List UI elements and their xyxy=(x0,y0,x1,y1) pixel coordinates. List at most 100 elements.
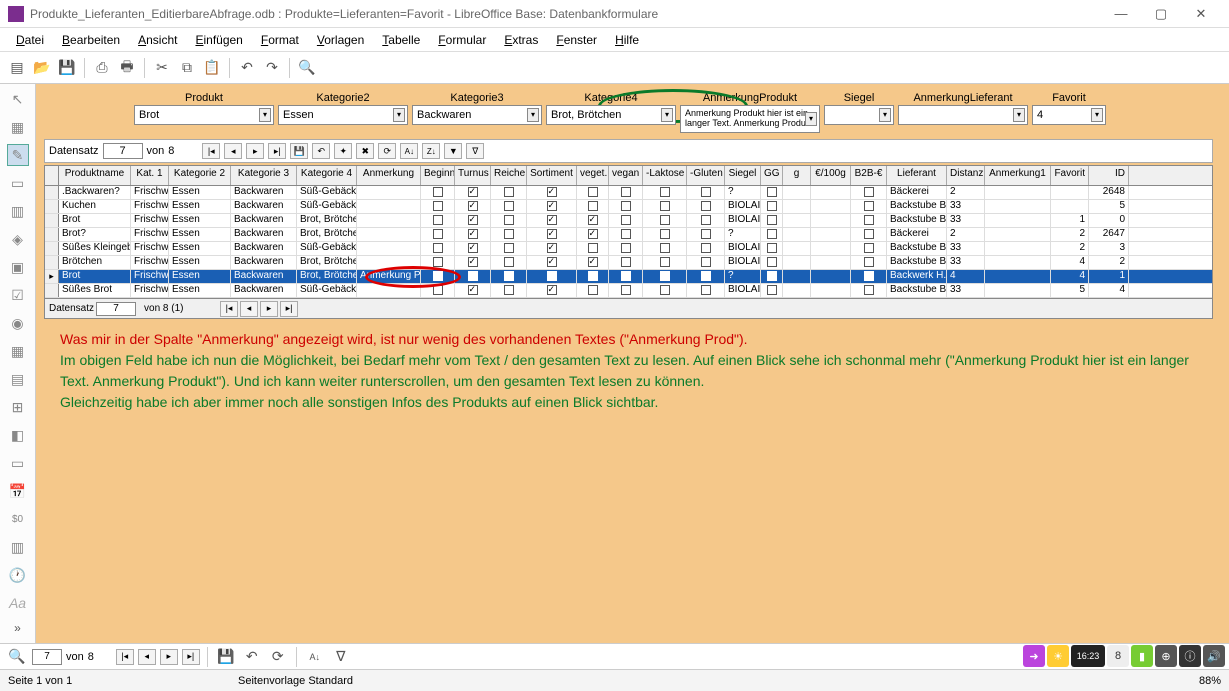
cell[interactable] xyxy=(851,270,887,283)
cell[interactable] xyxy=(491,186,527,199)
cell[interactable] xyxy=(527,242,577,255)
field-input[interactable]: ▾ xyxy=(898,105,1028,125)
cell[interactable]: Backwaren xyxy=(231,200,297,213)
menu-tabelle[interactable]: Tabelle xyxy=(374,31,428,49)
cell[interactable] xyxy=(527,186,577,199)
cell[interactable]: 5 xyxy=(1051,284,1089,297)
checkbox[interactable] xyxy=(504,243,514,253)
col-header[interactable]: GG xyxy=(761,166,783,185)
cell[interactable] xyxy=(421,242,455,255)
cell[interactable]: Frischw. xyxy=(131,200,169,213)
col-header[interactable]: Sortiment xyxy=(527,166,577,185)
checkbox[interactable] xyxy=(468,187,478,197)
nav-save-icon[interactable]: 💾 xyxy=(290,143,308,159)
cell[interactable]: Süß-Gebäck xyxy=(297,200,357,213)
checkbox[interactable] xyxy=(621,201,631,211)
cell[interactable] xyxy=(985,242,1051,255)
cell[interactable] xyxy=(491,256,527,269)
cell[interactable]: 3 xyxy=(1089,242,1129,255)
field-input[interactable]: ▾ xyxy=(824,105,894,125)
nav-refresh-icon[interactable]: ⟳ xyxy=(378,143,396,159)
checkbox[interactable] xyxy=(621,187,631,197)
checkbox[interactable] xyxy=(767,243,777,253)
checkbox[interactable] xyxy=(660,201,670,211)
cell[interactable]: Brot? xyxy=(59,228,131,241)
cell[interactable]: Frischw. xyxy=(131,256,169,269)
cell[interactable]: 2 xyxy=(1089,256,1129,269)
cell[interactable] xyxy=(491,228,527,241)
menu-vorlagen[interactable]: Vorlagen xyxy=(309,31,372,49)
cell[interactable] xyxy=(609,270,643,283)
cell[interactable] xyxy=(811,270,851,283)
tool11-icon[interactable]: ▤ xyxy=(7,368,29,390)
bt-refresh-icon[interactable]: ⟳ xyxy=(267,646,289,668)
cell[interactable]: Frischw. xyxy=(131,228,169,241)
checkbox[interactable] xyxy=(433,243,443,253)
col-header[interactable]: Anmerkung1 xyxy=(985,166,1051,185)
cell[interactable]: BIOLAI xyxy=(725,256,761,269)
cell[interactable] xyxy=(761,242,783,255)
paste-icon[interactable]: 📋 xyxy=(201,57,223,79)
table-row[interactable]: BrotFrischw.EssenBackwarenBrot, Brötchen… xyxy=(45,214,1212,228)
checkbox[interactable] xyxy=(588,229,598,239)
cell[interactable]: 4 xyxy=(1051,270,1089,283)
bt-undo-icon[interactable]: ↶ xyxy=(241,646,263,668)
checkbox[interactable] xyxy=(767,187,777,197)
checkbox[interactable] xyxy=(588,215,598,225)
cell[interactable]: Brötchen xyxy=(59,256,131,269)
checkbox[interactable] xyxy=(588,243,598,253)
cell[interactable] xyxy=(985,200,1051,213)
tool13-icon[interactable]: ◧ xyxy=(7,424,29,446)
cell[interactable]: 33 xyxy=(947,284,985,297)
col-header[interactable]: Kategorie 4 xyxy=(297,166,357,185)
cell[interactable] xyxy=(527,228,577,241)
cell[interactable]: Backwaren xyxy=(231,228,297,241)
checkbox[interactable] xyxy=(701,257,711,267)
cell[interactable]: BIOLAI xyxy=(725,284,761,297)
cell[interactable] xyxy=(609,214,643,227)
cell[interactable] xyxy=(577,270,609,283)
cell[interactable]: 0 xyxy=(1089,214,1129,227)
cell[interactable]: Essen xyxy=(169,284,231,297)
checkbox[interactable] xyxy=(547,187,557,197)
dropdown-icon[interactable]: ▾ xyxy=(805,112,817,126)
close-button[interactable]: ✕ xyxy=(1181,2,1221,26)
grid-prev-icon[interactable]: ◂ xyxy=(240,301,258,317)
tray-calendar-icon[interactable]: 8 xyxy=(1107,645,1129,667)
cell[interactable] xyxy=(643,242,687,255)
cell[interactable]: 5 xyxy=(1089,200,1129,213)
checkbox[interactable] xyxy=(660,257,670,267)
cell[interactable]: 2 xyxy=(1051,228,1089,241)
cell[interactable] xyxy=(491,200,527,213)
cell[interactable]: Frischw. xyxy=(131,186,169,199)
checkbox[interactable] xyxy=(504,257,514,267)
cell[interactable] xyxy=(811,284,851,297)
field-input[interactable]: Brot▾ xyxy=(134,105,274,125)
cell[interactable]: 2 xyxy=(1051,242,1089,255)
dropdown-icon[interactable]: ▾ xyxy=(393,108,405,122)
cell[interactable] xyxy=(421,214,455,227)
tool12-icon[interactable]: ⊞ xyxy=(7,396,29,418)
col-header[interactable]: Produktname xyxy=(59,166,131,185)
col-header[interactable]: Reiche xyxy=(491,166,527,185)
cell[interactable] xyxy=(421,284,455,297)
checkbox[interactable] xyxy=(621,285,631,295)
checkbox[interactable] xyxy=(767,271,777,281)
cell[interactable] xyxy=(687,200,725,213)
checkbox[interactable] xyxy=(864,215,874,225)
cell[interactable]: Backstube B xyxy=(887,214,947,227)
col-header[interactable]: Turnus xyxy=(455,166,491,185)
cell[interactable]: Backwaren xyxy=(231,256,297,269)
cell[interactable] xyxy=(687,284,725,297)
form-design-icon[interactable]: ▦ xyxy=(7,116,29,138)
checkbox[interactable] xyxy=(864,229,874,239)
date-tool-icon[interactable]: 📅 xyxy=(7,480,29,502)
cell[interactable] xyxy=(851,186,887,199)
tray-battery-icon[interactable]: ▮ xyxy=(1131,645,1153,667)
checkbox[interactable] xyxy=(547,243,557,253)
cell[interactable] xyxy=(455,270,491,283)
cell[interactable] xyxy=(577,200,609,213)
field-input[interactable]: Essen▾ xyxy=(278,105,408,125)
tray-arrow-icon[interactable]: ➜ xyxy=(1023,645,1045,667)
checkbox[interactable] xyxy=(767,201,777,211)
